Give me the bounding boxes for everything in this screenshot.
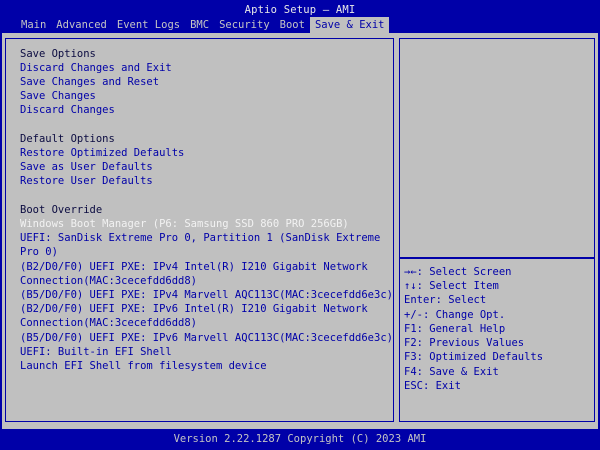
boot-option-efi-shell[interactable]: UEFI: Built-in EFI Shell — [20, 345, 172, 359]
boot-option-pxe-ipv6-intel-line1[interactable]: (B2/D0/F0) UEFI PXE: IPv6 Intel(R) I210 … — [20, 302, 368, 316]
boot-override-header: Boot Override — [20, 204, 103, 216]
help-previous-values: F2: Previous Values — [404, 337, 525, 349]
help-select-item: ↑↓: Select Item — [404, 280, 499, 292]
help-general-help: F1: General Help — [404, 323, 506, 335]
discard-changes-option[interactable]: Discard Changes — [20, 103, 115, 117]
tab-bmc[interactable]: BMC — [185, 17, 214, 33]
tab-security[interactable]: Security — [214, 17, 275, 33]
boot-option-pxe-ipv4-intel-line2[interactable]: Connection(MAC:3cecefdd6dd8) — [20, 274, 197, 288]
version-footer: Version 2.22.1287 Copyright (C) 2023 AMI — [173, 433, 427, 445]
save-user-defaults-option[interactable]: Save as User Defaults — [20, 160, 153, 174]
boot-option-pxe-ipv4-intel-line1[interactable]: (B2/D0/F0) UEFI PXE: IPv4 Intel(R) I210 … — [20, 260, 368, 274]
tab-save-exit[interactable]: Save & Exit — [309, 17, 390, 33]
key-help-panel: →←: Select Screen ↑↓: Select Item Enter:… — [399, 257, 595, 422]
item-help-panel — [399, 38, 595, 259]
setup-title: Aptio Setup – AMI — [244, 4, 356, 16]
boot-option-windows-boot-manager[interactable]: Windows Boot Manager (P6: Samsung SSD 86… — [20, 217, 349, 231]
boot-option-sandisk-line2[interactable]: Pro 0) — [20, 245, 58, 259]
restore-optimized-defaults-option[interactable]: Restore Optimized Defaults — [20, 146, 184, 160]
default-options-header: Default Options — [20, 133, 115, 145]
boot-option-pxe-ipv6-marvell[interactable]: (B5/D0/F0) UEFI PXE: IPv6 Marvell AQC113… — [20, 331, 393, 345]
tab-event-logs[interactable]: Event Logs — [112, 17, 185, 33]
tab-boot[interactable]: Boot — [275, 17, 310, 33]
boot-option-pxe-ipv4-marvell[interactable]: (B5/D0/F0) UEFI PXE: IPv4 Marvell AQC113… — [20, 288, 393, 302]
help-save-exit: F4: Save & Exit — [404, 366, 499, 378]
help-enter-select: Enter: Select — [404, 294, 487, 306]
help-select-screen: →←: Select Screen — [404, 266, 512, 278]
save-changes-option[interactable]: Save Changes — [20, 89, 96, 103]
tab-main[interactable]: Main — [16, 17, 51, 33]
boot-option-sandisk-line1[interactable]: UEFI: SanDisk Extreme Pro 0, Partition 1… — [20, 231, 380, 245]
help-change-opt: +/-: Change Opt. — [404, 309, 506, 321]
boot-option-pxe-ipv6-intel-line2[interactable]: Connection(MAC:3cecefdd6dd8) — [20, 316, 197, 330]
restore-user-defaults-option[interactable]: Restore User Defaults — [20, 174, 153, 188]
setup-content: Save Options Discard Changes and Exit Sa… — [2, 33, 598, 429]
options-panel: Save Options Discard Changes and Exit Sa… — [5, 38, 394, 422]
tab-advanced[interactable]: Advanced — [51, 17, 112, 33]
discard-changes-exit-option[interactable]: Discard Changes and Exit — [20, 61, 172, 75]
save-options-header: Save Options — [20, 48, 96, 60]
save-changes-reset-option[interactable]: Save Changes and Reset — [20, 75, 159, 89]
menu-bar: Main Advanced Event Logs BMC Security Bo… — [0, 17, 600, 33]
help-esc-exit: ESC: Exit — [404, 380, 461, 392]
help-optimized-defaults: F3: Optimized Defaults — [404, 351, 544, 363]
boot-option-launch-efi-shell[interactable]: Launch EFI Shell from filesystem device — [20, 359, 267, 373]
